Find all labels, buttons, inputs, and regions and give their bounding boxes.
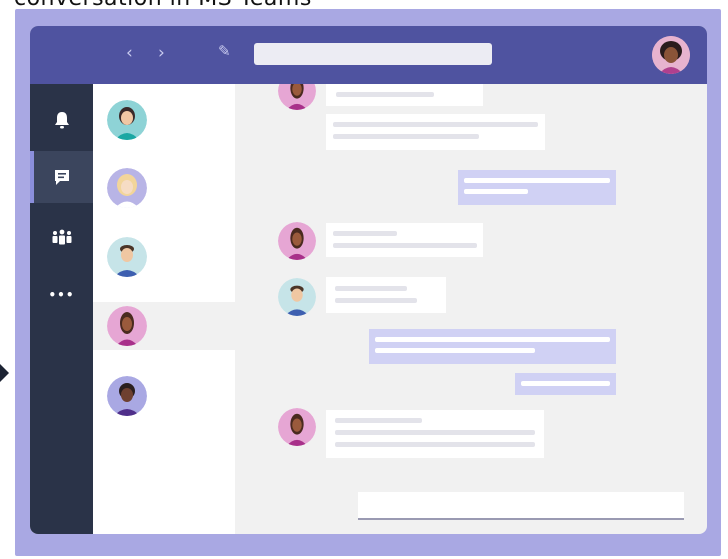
list-item-contact-2[interactable] [93, 164, 235, 212]
message-compose-input[interactable] [358, 492, 684, 520]
message-bubble [326, 277, 446, 313]
teams-window: ‹ › ✎ ••• [30, 26, 707, 534]
list-item-contact-4[interactable] [93, 302, 235, 350]
avatar [278, 278, 316, 316]
more-icon: ••• [48, 288, 75, 302]
avatar [107, 306, 147, 346]
rail-item-teams[interactable] [30, 211, 93, 263]
message-bubble [326, 84, 483, 106]
avatar [107, 168, 147, 208]
rail-item-more[interactable]: ••• [30, 269, 93, 321]
back-arrow-icon[interactable]: ‹ [126, 45, 133, 62]
list-item-contact-3[interactable] [93, 233, 235, 281]
avatar [278, 222, 316, 260]
rail-item-activity[interactable] [30, 94, 93, 146]
rail-item-chat[interactable] [30, 151, 93, 203]
own-message-bubble [515, 373, 616, 395]
avatar [278, 84, 316, 110]
own-message-bubble [369, 329, 616, 364]
avatar [107, 100, 147, 140]
pointer-arrow-icon [0, 364, 9, 382]
chat-list [93, 84, 235, 534]
message-bubble [326, 114, 545, 150]
chat-icon [54, 170, 69, 185]
search-input[interactable] [254, 43, 492, 65]
app-rail: ••• [30, 84, 93, 534]
teams-icon [52, 229, 71, 245]
message-bubble [326, 223, 483, 257]
compose-icon[interactable]: ✎ [218, 44, 231, 59]
list-item-contact-1[interactable] [93, 96, 235, 144]
conversation-pane [235, 84, 707, 534]
avatar [107, 237, 147, 277]
forward-arrow-icon[interactable]: › [158, 45, 165, 62]
avatar [278, 408, 316, 446]
bell-icon [54, 112, 69, 129]
avatar [107, 376, 147, 416]
list-item-contact-5[interactable] [93, 372, 235, 420]
own-message-bubble [458, 170, 616, 205]
title-bar: ‹ › ✎ [30, 26, 707, 84]
user-avatar[interactable] [652, 36, 690, 74]
message-bubble [326, 410, 544, 458]
